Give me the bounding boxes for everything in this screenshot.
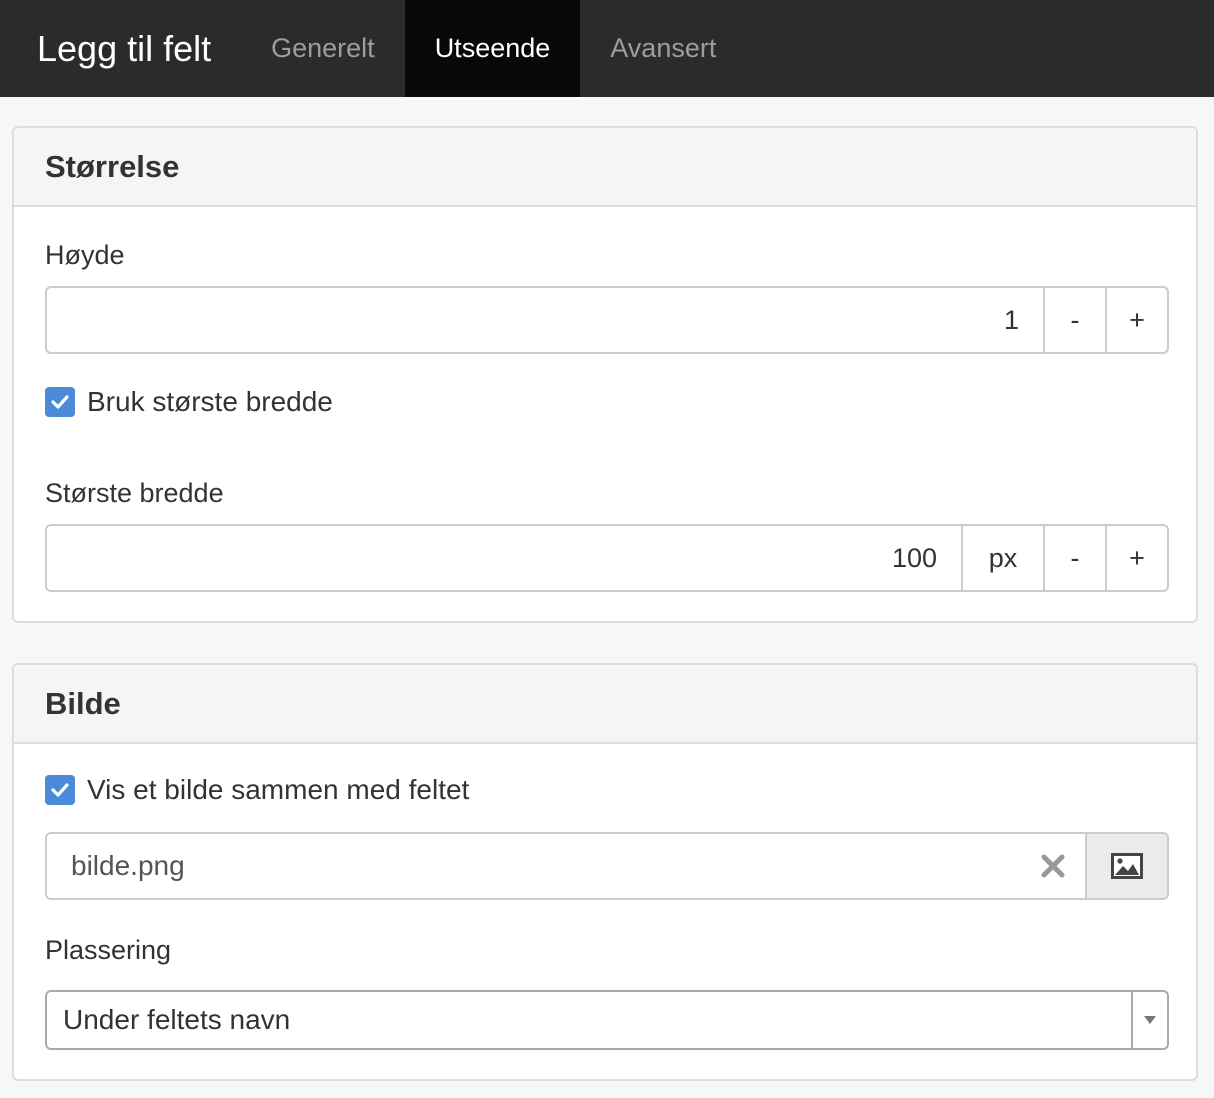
show-image-checkbox[interactable] xyxy=(45,775,75,805)
browse-image-button[interactable] xyxy=(1085,834,1167,898)
top-navbar: Legg til felt Generelt Utseende Avansert xyxy=(0,0,1214,97)
show-image-label: Vis et bilde sammen med feltet xyxy=(87,774,470,805)
size-panel: Størrelse Høyde 1 - + Bruk største bredd… xyxy=(12,126,1198,623)
height-increment-button[interactable]: + xyxy=(1105,288,1167,352)
show-image-row: Vis et bilde sammen med feltet xyxy=(45,774,469,806)
max-width-stepper: 100 px - + xyxy=(45,524,1169,592)
height-stepper: 1 - + xyxy=(45,286,1169,354)
image-panel-title: Bilde xyxy=(14,665,1196,744)
close-icon xyxy=(1041,854,1065,878)
size-panel-title: Størrelse xyxy=(14,128,1196,207)
max-width-increment-button[interactable]: + xyxy=(1105,526,1167,590)
max-width-unit: px xyxy=(961,526,1043,590)
max-width-decrement-button[interactable]: - xyxy=(1043,526,1105,590)
tab-generelt[interactable]: Generelt xyxy=(241,0,405,97)
placement-select[interactable]: Under feltets navn xyxy=(45,990,1169,1050)
placement-selected-value: Under feltets navn xyxy=(63,1004,291,1035)
caret-down-icon xyxy=(1144,1016,1156,1024)
image-file-input: bilde.png xyxy=(45,832,1169,900)
use-max-width-label: Bruk største bredde xyxy=(87,386,333,417)
height-label: Høyde xyxy=(45,240,125,270)
check-icon xyxy=(51,395,69,409)
max-width-label: Største bredde xyxy=(45,478,224,508)
tab-utseende[interactable]: Utseende xyxy=(404,0,581,97)
image-filename[interactable]: bilde.png xyxy=(47,834,1021,898)
tab-avansert[interactable]: Avansert xyxy=(580,0,746,97)
image-panel: Bilde Vis et bilde sammen med feltet bil… xyxy=(12,663,1198,1081)
image-icon xyxy=(1111,853,1143,879)
dialog-title: Legg til felt xyxy=(37,27,212,69)
check-icon xyxy=(51,783,69,797)
clear-image-button[interactable] xyxy=(1021,834,1085,898)
select-arrow xyxy=(1131,992,1167,1048)
placement-label: Plassering xyxy=(45,935,172,965)
height-decrement-button[interactable]: - xyxy=(1043,288,1105,352)
use-max-width-row: Bruk største bredde xyxy=(45,386,333,418)
max-width-input[interactable]: 100 xyxy=(47,526,961,590)
height-input[interactable]: 1 xyxy=(47,288,1043,352)
use-max-width-checkbox[interactable] xyxy=(45,387,75,417)
